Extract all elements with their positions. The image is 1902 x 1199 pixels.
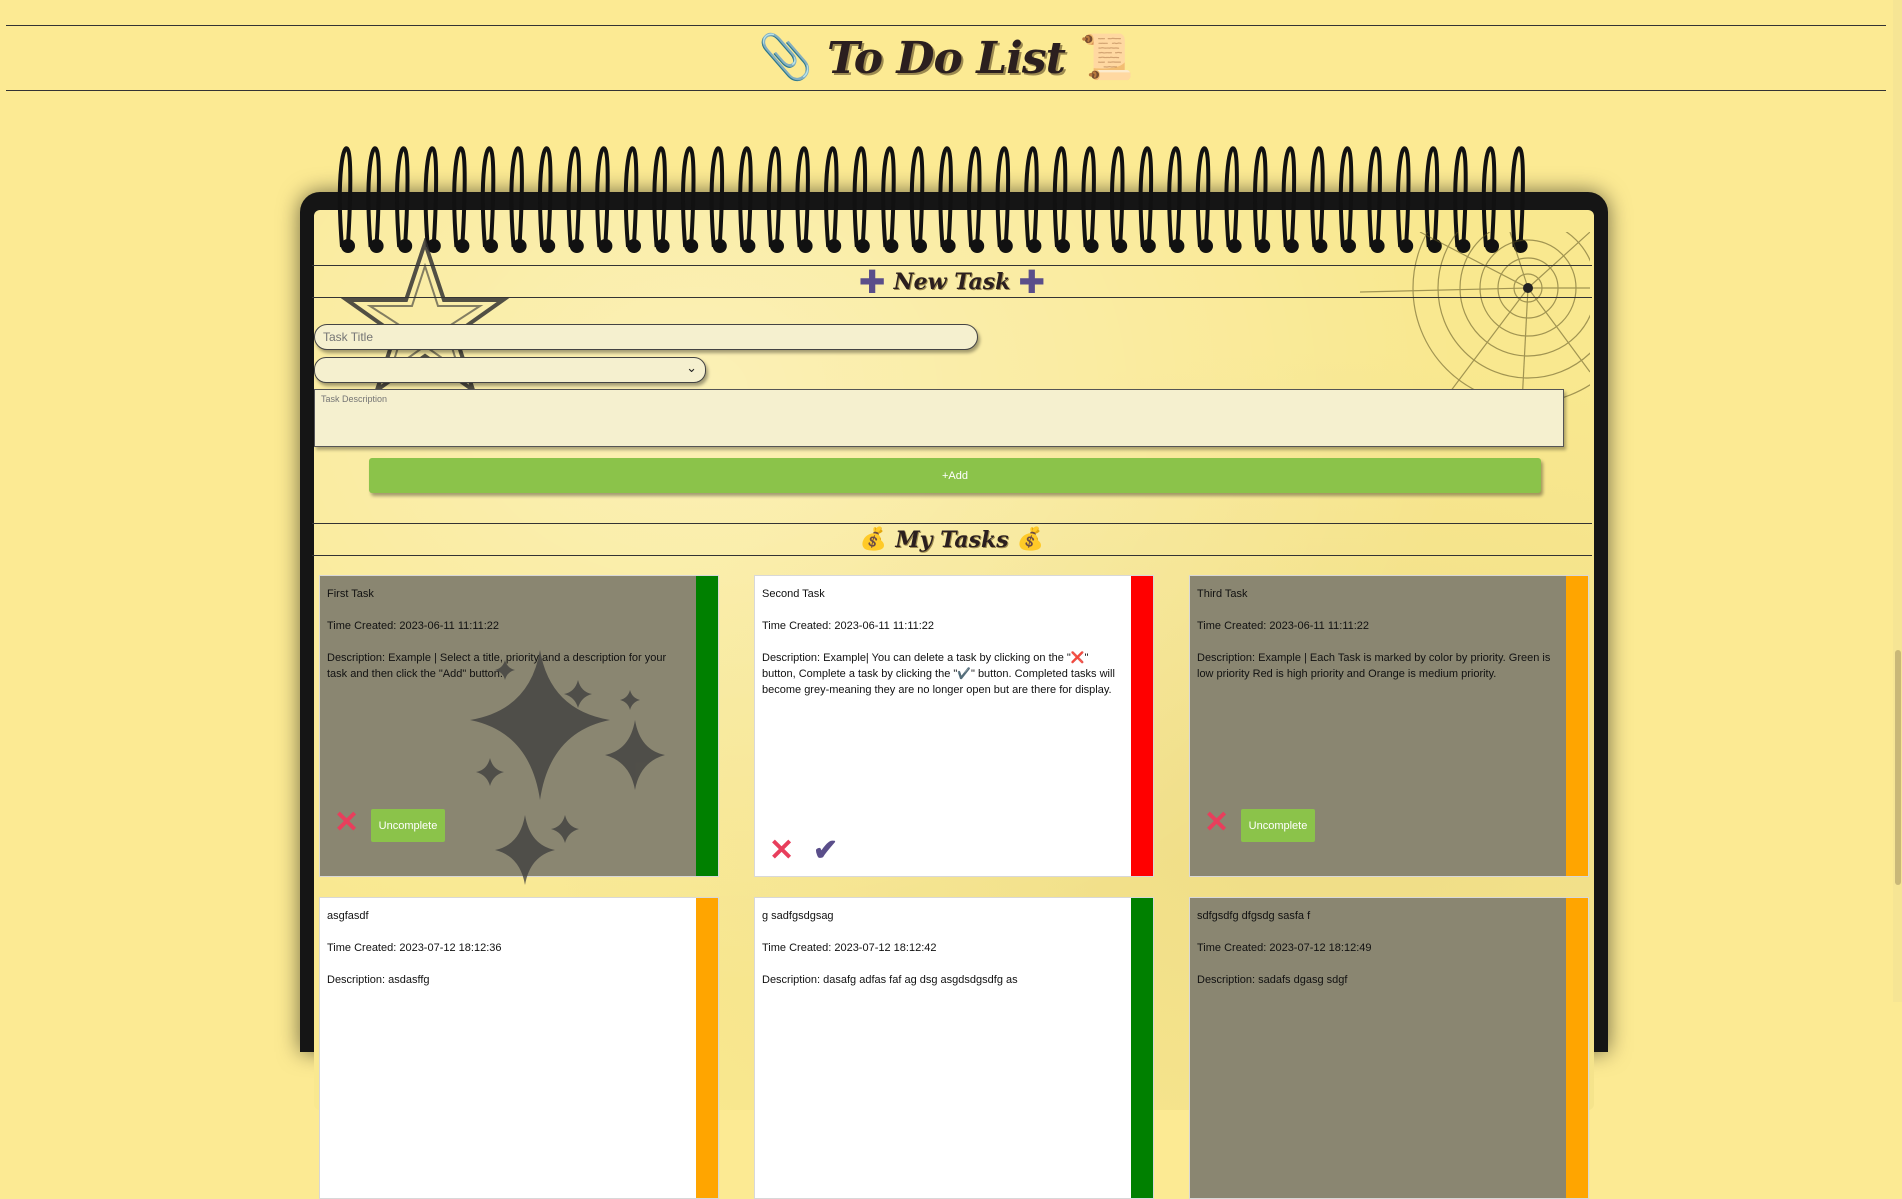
task-description-input[interactable] xyxy=(314,389,1564,447)
page-title: To Do List xyxy=(827,32,1066,84)
task-description: Description: Example| You can delete a t… xyxy=(762,652,1115,696)
task-description: Description: Example | Select a title, p… xyxy=(327,652,667,680)
uncomplete-button[interactable]: Uncomplete xyxy=(1241,809,1315,842)
my-tasks-title: My Tasks xyxy=(895,526,1009,553)
plus-icon: ✚ xyxy=(1018,262,1046,301)
task-description: Description: asdasffg xyxy=(327,974,430,986)
task-description: Description: Example | Each Task is mark… xyxy=(1197,652,1551,680)
task-card: asgfasdf Time Created: 2023-07-12 18:12:… xyxy=(319,897,719,1199)
task-card: Second Task Time Created: 2023-06-11 11:… xyxy=(754,575,1154,877)
spiral-binding-icon xyxy=(337,146,1528,253)
task-card: sdfgsdfg dfgsdg sasfa f Time Created: 20… xyxy=(1189,897,1589,1199)
plus-icon: ✚ xyxy=(858,262,886,301)
task-time: Time Created: 2023-07-12 18:12:42 xyxy=(762,942,937,954)
money-bag-icon: 💰 xyxy=(859,526,888,552)
task-card: g sadfgsdgsag Time Created: 2023-07-12 1… xyxy=(754,897,1154,1199)
my-tasks-heading: 💰 My Tasks 💰 xyxy=(312,523,1592,556)
priority-select[interactable]: ⌄ xyxy=(314,357,706,383)
task-time: Time Created: 2023-06-11 11:11:22 xyxy=(1197,620,1370,632)
new-task-heading: ✚ New Task ✚ xyxy=(312,265,1592,298)
task-description: Description: sadafs dgasg sdgf xyxy=(1197,974,1348,986)
task-title: asgfasdf xyxy=(327,910,369,922)
delete-icon[interactable]: ✕ xyxy=(334,808,359,838)
task-time: Time Created: 2023-07-12 18:12:36 xyxy=(327,942,502,954)
uncomplete-button[interactable]: Uncomplete xyxy=(371,809,445,842)
task-title: Third Task xyxy=(1197,588,1248,600)
add-task-button[interactable]: +Add xyxy=(369,458,1541,493)
new-task-title: New Task xyxy=(893,268,1011,295)
priority-bar xyxy=(696,576,718,876)
paperclip-icon: 📎 xyxy=(758,32,814,83)
task-title: Second Task xyxy=(762,588,825,600)
task-title-input[interactable] xyxy=(314,324,978,350)
task-time: Time Created: 2023-06-11 11:11:22 xyxy=(327,620,500,632)
task-description: Description: dasafg adfas faf ag dsg asg… xyxy=(762,974,1018,986)
task-time: Time Created: 2023-07-12 18:12:49 xyxy=(1197,942,1372,954)
priority-bar xyxy=(1566,576,1588,876)
check-icon[interactable]: ✔ xyxy=(813,836,838,866)
money-bag-icon: 💰 xyxy=(1016,526,1045,552)
priority-bar xyxy=(1131,898,1153,1198)
priority-bar xyxy=(696,898,718,1198)
task-title: First Task xyxy=(327,588,374,600)
task-time: Time Created: 2023-06-11 11:11:22 xyxy=(762,620,935,632)
task-card: Third Task Time Created: 2023-06-11 11:1… xyxy=(1189,575,1589,877)
scrollbar[interactable] xyxy=(1893,0,1902,1002)
delete-icon[interactable]: ✕ xyxy=(1204,808,1229,838)
chevron-down-icon: ⌄ xyxy=(686,361,697,376)
delete-icon[interactable]: ✕ xyxy=(769,836,794,866)
page-header: 📎 To Do List 📜 xyxy=(6,25,1886,91)
task-card: First Task Time Created: 2023-06-11 11:1… xyxy=(319,575,719,877)
task-title: sdfgsdfg dfgsdg sasfa f xyxy=(1197,910,1311,922)
priority-bar xyxy=(1566,898,1588,1198)
scroll-icon: 📜 xyxy=(1078,32,1134,83)
scrollbar-thumb[interactable] xyxy=(1895,650,1901,885)
task-title: g sadfgsdgsag xyxy=(762,910,834,922)
priority-bar xyxy=(1131,576,1153,876)
